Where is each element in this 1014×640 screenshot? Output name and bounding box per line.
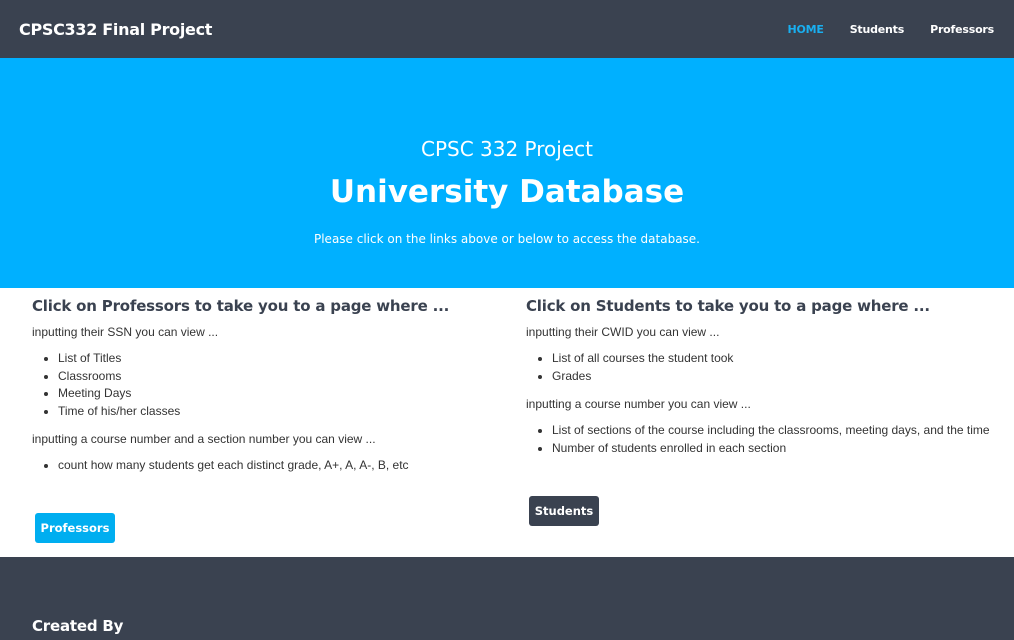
professors-list-course: count how many students get each distinc… xyxy=(58,457,512,475)
professors-button[interactable]: Professors xyxy=(35,513,115,543)
navbar: CPSC332 Final Project HOME Students Prof… xyxy=(0,0,1014,58)
list-item: count how many students get each distinc… xyxy=(58,457,512,475)
list-item: List of Titles xyxy=(58,350,512,368)
list-item: List of all courses the student took xyxy=(552,350,1006,368)
nav-links: HOME Students Professors xyxy=(787,23,994,36)
nav-link-students[interactable]: Students xyxy=(850,23,905,36)
hero-subtitle: Please click on the links above or below… xyxy=(313,232,700,246)
list-item: List of sections of the course including… xyxy=(552,422,1006,440)
hero-title: University Database xyxy=(329,174,685,210)
students-list-course: List of sections of the course including… xyxy=(552,422,1006,457)
list-item: Time of his/her classes xyxy=(58,403,512,421)
professors-section: Click on Professors to take you to a pag… xyxy=(32,288,512,475)
brand-title[interactable]: CPSC332 Final Project xyxy=(19,20,212,39)
professors-list-ssn: List of Titles Classrooms Meeting Days T… xyxy=(58,350,512,420)
students-intro-cwid: inputting their CWID you can view ... xyxy=(526,325,720,339)
professors-intro-course: inputting a course number and a section … xyxy=(32,432,376,446)
list-item: Grades xyxy=(552,368,1006,386)
list-item: Number of students enrolled in each sect… xyxy=(552,440,1006,458)
students-button[interactable]: Students xyxy=(529,496,599,526)
footer-heading: Created By xyxy=(32,617,124,635)
nav-link-professors[interactable]: Professors xyxy=(930,23,994,36)
professors-heading: Click on Professors to take you to a pag… xyxy=(32,297,450,315)
hero-banner: CPSC 332 Project University Database Ple… xyxy=(0,58,1014,288)
list-item: Meeting Days xyxy=(58,385,512,403)
hero-pre-title: CPSC 332 Project xyxy=(420,137,593,161)
students-intro-course: inputting a course number you can view .… xyxy=(526,397,751,411)
footer: Created By xyxy=(0,557,1014,640)
students-heading: Click on Students to take you to a page … xyxy=(526,297,930,315)
nav-link-home[interactable]: HOME xyxy=(787,23,823,36)
professors-intro-ssn: inputting their SSN you can view ... xyxy=(32,325,219,339)
students-section: Click on Students to take you to a page … xyxy=(526,288,1006,457)
students-list-cwid: List of all courses the student took Gra… xyxy=(552,350,1006,385)
list-item: Classrooms xyxy=(58,368,512,386)
